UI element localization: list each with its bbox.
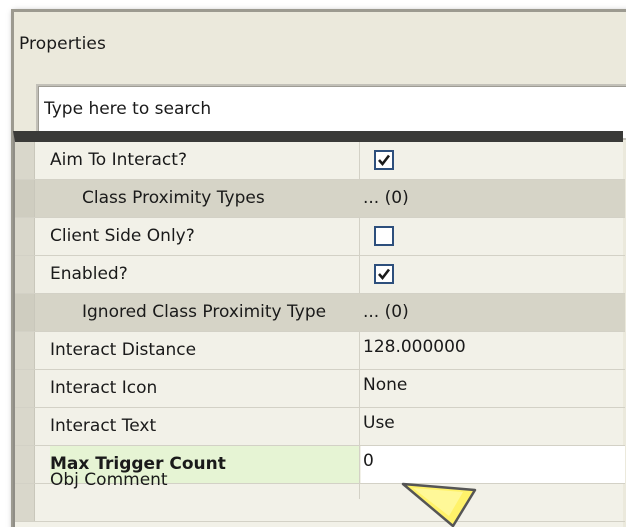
property-value[interactable]: ... (0) xyxy=(361,180,625,217)
property-row-interact-distance[interactable]: Interact Distance 128.000000 xyxy=(15,332,625,370)
property-name: Enabled? xyxy=(50,256,360,293)
row-gutter xyxy=(15,408,35,445)
row-gutter xyxy=(15,142,35,179)
row-gutter xyxy=(15,370,35,407)
property-name: Interact Icon xyxy=(50,370,360,407)
property-row-client-side-only[interactable]: Client Side Only? xyxy=(15,218,625,256)
property-name: Class Proximity Types xyxy=(82,188,265,208)
property-row-obj-comment[interactable]: Obj Comment xyxy=(15,462,625,522)
row-gutter xyxy=(15,180,35,217)
row-gutter xyxy=(15,446,35,483)
property-value[interactable] xyxy=(361,142,625,179)
checkmark-icon xyxy=(378,268,391,281)
row-gutter xyxy=(15,256,35,293)
property-name: Aim To Interact? xyxy=(50,142,360,179)
pointer-arrow-icon xyxy=(401,482,477,527)
row-gutter xyxy=(15,484,35,521)
property-name: Ignored Class Proximity Type xyxy=(82,302,327,322)
property-value[interactable]: Use xyxy=(361,408,625,445)
aim-to-interact-checkbox[interactable] xyxy=(374,150,394,170)
property-row-ignored-class-proximity-types[interactable]: Ignored Class Proximity Type ... (0) xyxy=(15,294,625,332)
property-name: Client Side Only? xyxy=(50,218,360,255)
row-gutter xyxy=(15,332,35,369)
property-row-class-proximity-types[interactable]: Class Proximity Types ... (0) xyxy=(15,180,625,218)
property-row-interact-icon[interactable]: Interact Icon None xyxy=(15,370,625,408)
property-value[interactable]: None xyxy=(361,370,625,407)
property-name: Interact Distance xyxy=(50,332,360,369)
property-row-interact-text[interactable]: Interact Text Use xyxy=(15,408,625,446)
property-grid: Aim To Interact? Class Proximity Types .… xyxy=(13,131,625,527)
search-input[interactable] xyxy=(44,96,624,122)
property-value[interactable] xyxy=(361,256,625,293)
property-name: Obj Comment xyxy=(50,462,360,499)
property-value[interactable]: ... (0) xyxy=(361,294,625,331)
row-gutter xyxy=(15,218,35,255)
property-row-enabled[interactable]: Enabled? xyxy=(15,256,625,294)
property-row-aim-to-interact[interactable]: Aim To Interact? xyxy=(15,142,625,180)
enabled-checkbox[interactable] xyxy=(374,264,394,284)
property-value[interactable]: 128.000000 xyxy=(361,332,625,369)
panel-title: Properties xyxy=(19,34,106,54)
checkmark-icon xyxy=(378,154,391,167)
property-value[interactable] xyxy=(361,218,625,255)
property-name: Interact Text xyxy=(50,408,360,445)
row-gutter xyxy=(15,294,35,331)
client-side-only-checkbox[interactable] xyxy=(374,226,394,246)
